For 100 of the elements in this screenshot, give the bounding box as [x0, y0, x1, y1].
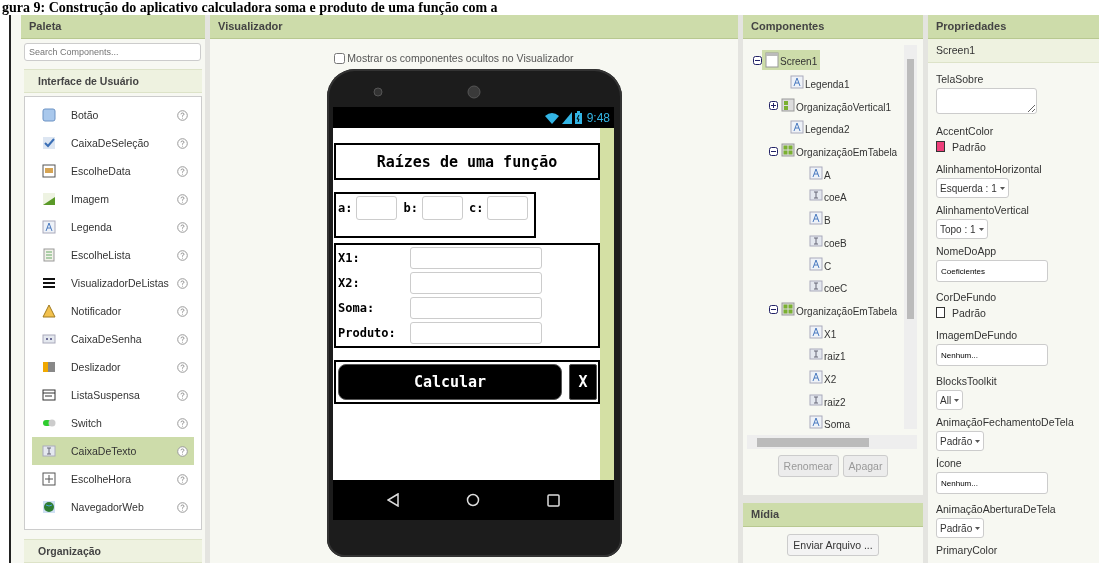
property-label: NomeDoApp — [936, 244, 997, 258]
tree-item[interactable]: Legenda2 — [787, 118, 853, 139]
collapse-icon[interactable] — [753, 55, 762, 65]
palette-item[interactable]: VisualizadorDeListas — [32, 269, 194, 297]
tree-item[interactable]: coeC — [806, 277, 851, 298]
palette-item[interactable]: Switch — [32, 409, 194, 437]
label-icon — [809, 369, 823, 386]
dropdown[interactable]: Esquerda : 1 — [936, 178, 1009, 198]
dropdown[interactable]: All — [936, 390, 964, 410]
upload-button[interactable]: Enviar Arquivo ... — [787, 534, 879, 556]
tree-item[interactable]: coeA — [806, 186, 850, 207]
help-icon — [177, 473, 188, 485]
input-field[interactable]: Coeficientes — [936, 260, 1048, 282]
color-swatch[interactable] — [936, 141, 945, 152]
label-icon — [809, 256, 823, 273]
caret-icon — [975, 526, 981, 530]
tree-item[interactable]: OrganizaçãoEmTabela — [778, 141, 901, 162]
caret-icon — [978, 227, 984, 231]
figure-caption: gura 9: Construção do aplicativo calculadora soma e produto de uma função com a — [1, 0, 499, 15]
app-title-label: Raízes de uma função — [334, 143, 600, 180]
output-field[interactable] — [410, 321, 542, 344]
palette-item[interactable]: CaixaDeTexto — [32, 437, 194, 465]
tree-item[interactable]: coeB — [806, 231, 850, 252]
tree-item[interactable]: Legenda1 — [787, 73, 853, 94]
palette-item[interactable]: NavegadorWeb — [32, 493, 194, 521]
palette-item[interactable]: EscolheHora — [32, 465, 194, 493]
palette-item[interactable]: Deslizador — [32, 353, 194, 381]
help-icon — [177, 137, 188, 149]
tree-item[interactable]: Screen1 — [762, 50, 821, 71]
tree-item[interactable]: OrganizaçãoEmTabela — [778, 299, 901, 320]
scrollbar[interactable] — [747, 435, 917, 449]
input-field[interactable] — [356, 196, 398, 220]
scrollbar[interactable] — [904, 45, 917, 429]
selected-component-name: Screen1 — [928, 39, 1099, 63]
label-icon — [809, 415, 823, 432]
tree-item[interactable]: Soma — [806, 413, 854, 433]
wifi-icon — [544, 111, 559, 124]
palette-section-header[interactable]: Interface de Usuário — [24, 69, 202, 93]
palette-section-header[interactable]: Organização — [24, 539, 202, 563]
collapse-icon[interactable] — [769, 305, 778, 315]
tree-item[interactable]: C — [806, 254, 835, 275]
property-label: AnimaçãoFechamentoDeTela — [936, 415, 1074, 429]
clear-button[interactable]: X — [569, 364, 597, 400]
dropdown[interactable]: Topo : 1 — [936, 219, 988, 239]
tree-item[interactable]: raiz1 — [806, 345, 849, 366]
asset-picker-field[interactable]: Nenhum... — [936, 472, 1048, 494]
table-layout-icon — [781, 143, 795, 160]
expand-icon[interactable] — [769, 101, 778, 111]
panel-title: Paleta — [21, 15, 205, 39]
tree-item[interactable]: B — [806, 209, 834, 230]
palette-item[interactable]: Imagem — [32, 185, 194, 213]
search-field[interactable]: Search Components... — [24, 43, 201, 61]
help-icon — [177, 417, 188, 429]
recents-icon — [547, 493, 561, 507]
palette-item[interactable]: CaixaDeSeleção — [32, 129, 194, 157]
globe-icon — [42, 500, 56, 514]
dropdown[interactable]: Padrão — [936, 431, 985, 451]
palette-item[interactable]: Legenda — [32, 213, 194, 241]
back-icon — [386, 493, 399, 507]
palette-item[interactable]: Botão — [32, 101, 194, 129]
asset-picker-field[interactable]: Nenhum... — [936, 344, 1048, 366]
tree-item[interactable]: A — [806, 163, 834, 184]
output-field[interactable] — [410, 296, 542, 319]
screen-icon — [765, 52, 779, 69]
status-time: 9:48 — [586, 110, 610, 125]
dropdown[interactable]: Padrão — [936, 518, 985, 538]
coefficient-label: c: — [468, 200, 484, 217]
help-icon — [177, 249, 188, 261]
caret-icon — [954, 398, 960, 402]
tree-item[interactable]: OrganizaçãoVertical1 — [778, 95, 895, 116]
property-label: BlocksToolkit — [936, 374, 997, 388]
label-icon — [809, 165, 823, 182]
calculate-button[interactable]: Calcular — [338, 364, 562, 400]
tree-item[interactable]: X1 — [806, 322, 840, 343]
tree-item[interactable]: X2 — [806, 367, 840, 388]
input-field[interactable] — [487, 196, 529, 220]
result-label: Produto: — [338, 325, 397, 340]
battery-icon — [574, 111, 582, 124]
label-icon — [790, 120, 804, 137]
button-icon — [42, 108, 56, 122]
help-icon — [177, 277, 188, 289]
label-icon — [790, 75, 804, 92]
palette-item[interactable]: CaixaDeSenha — [32, 325, 194, 353]
palette-item[interactable]: Notificador — [32, 297, 194, 325]
tree-item[interactable]: raiz2 — [806, 390, 849, 411]
property-label: AnimaçãoAberturaDeTela — [936, 502, 1056, 516]
checkbox-label: Mostrar os componentes ocultos no Visualizador — [347, 52, 574, 64]
text-cursor-icon — [42, 444, 56, 458]
text-area[interactable] — [936, 88, 1037, 114]
input-field[interactable] — [421, 196, 463, 220]
color-swatch[interactable] — [936, 307, 945, 318]
checkbox[interactable] — [334, 52, 346, 64]
palette-item[interactable]: ListaSuspensa — [32, 381, 194, 409]
dropdown-icon — [42, 388, 56, 402]
collapse-icon[interactable] — [769, 146, 778, 156]
color-value: Padrão — [952, 306, 986, 319]
palette-item[interactable]: EscolheLista — [32, 241, 194, 269]
output-field[interactable] — [410, 271, 542, 294]
palette-item[interactable]: EscolheData — [32, 157, 194, 185]
output-field[interactable] — [410, 246, 542, 269]
